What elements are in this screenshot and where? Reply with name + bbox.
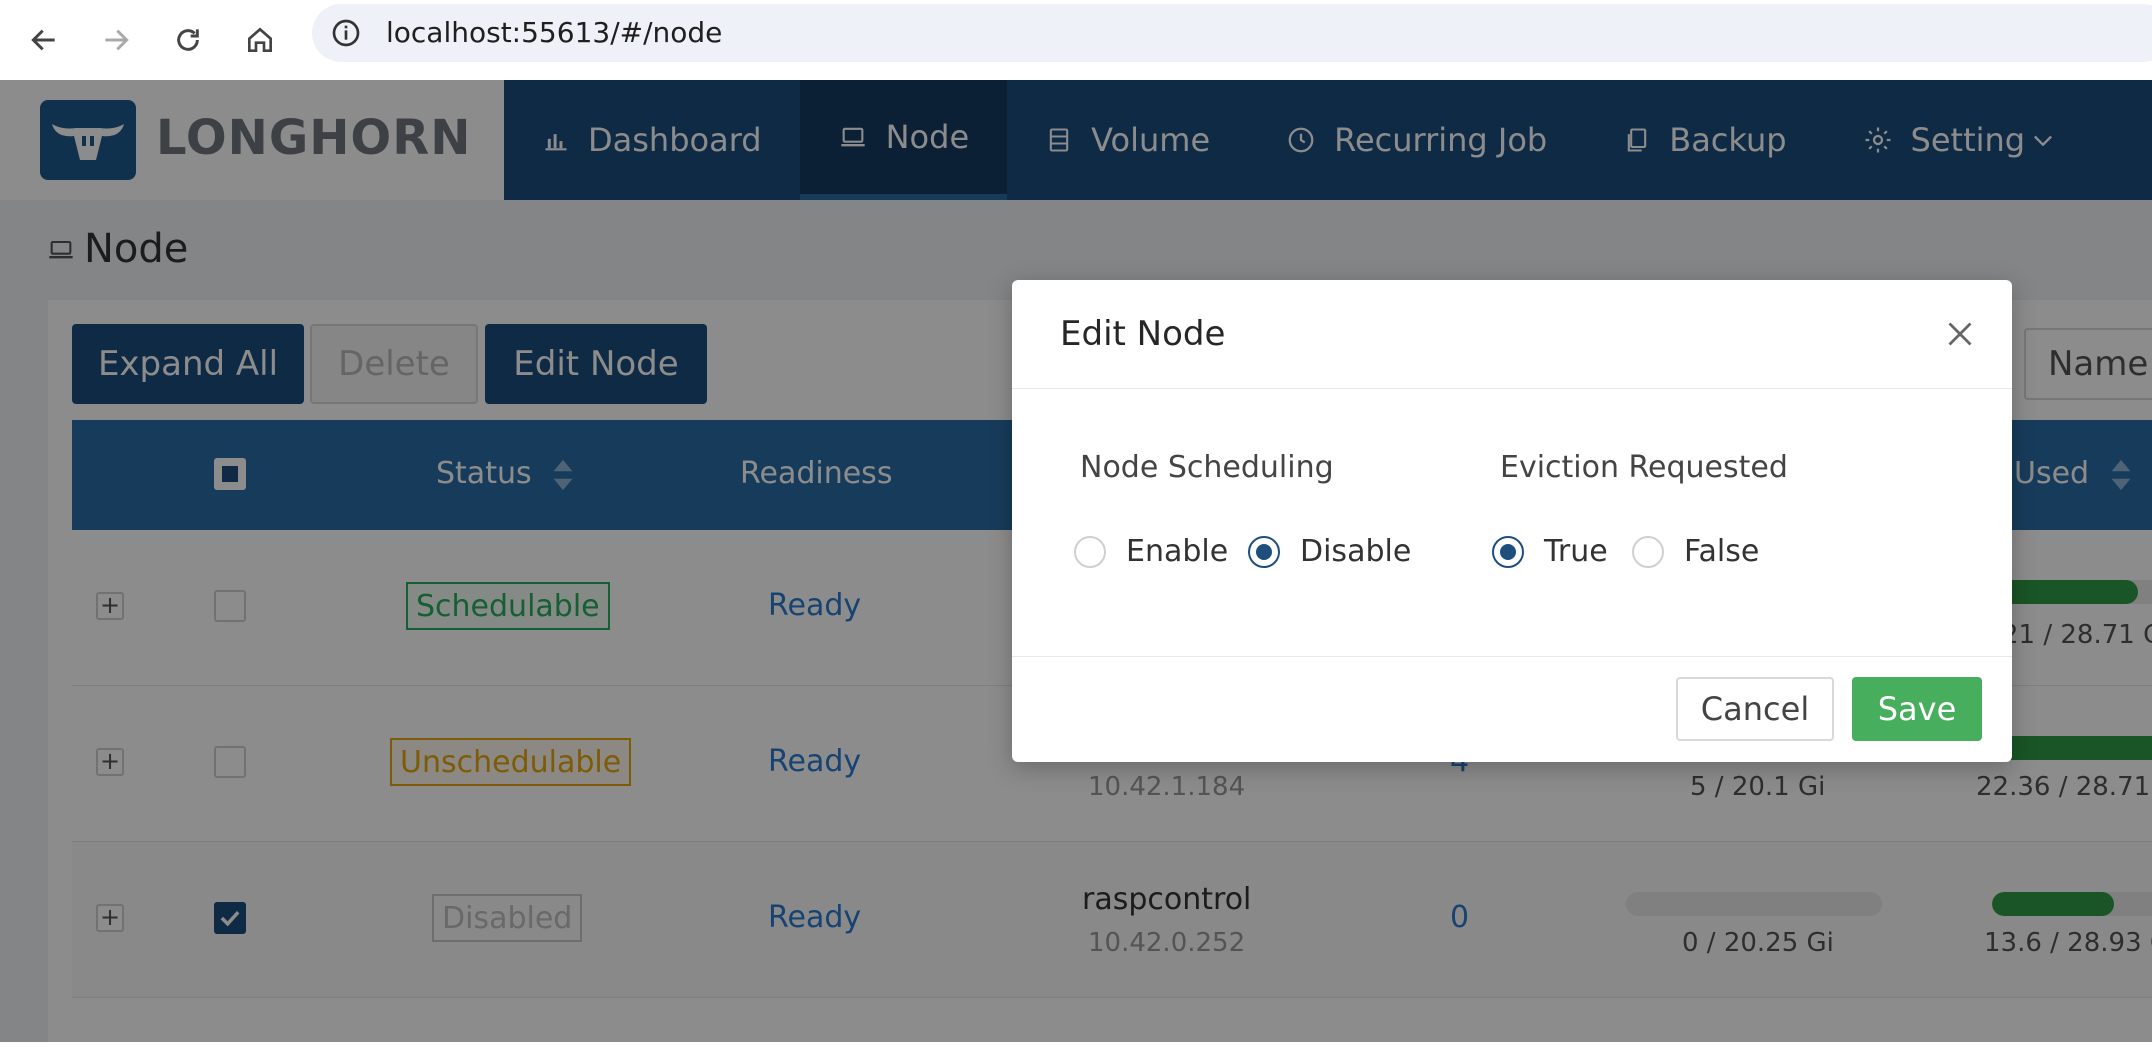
eviction-false-option[interactable]: False <box>1632 534 1759 569</box>
eviction-true-option[interactable]: True <box>1492 534 1608 569</box>
modal-footer: Cancel Save <box>1012 656 2012 763</box>
eviction-false-label: False <box>1684 534 1760 569</box>
back-button[interactable] <box>16 12 72 68</box>
node-scheduling-enable-radio[interactable] <box>1074 535 1106 568</box>
edit-node-modal: Edit Node Node Scheduling Enable Disable… <box>1012 280 2012 762</box>
modal-header: Edit Node <box>1012 280 2012 389</box>
node-scheduling-disable-option[interactable]: Disable <box>1248 534 1411 569</box>
home-icon <box>248 27 272 52</box>
eviction-true-label: True <box>1544 534 1608 569</box>
site-info-icon[interactable] <box>330 17 362 49</box>
node-scheduling-disable-label: Disable <box>1300 534 1412 569</box>
reload-button[interactable] <box>160 12 216 68</box>
home-button[interactable] <box>232 12 288 68</box>
eviction-true-radio[interactable] <box>1492 535 1524 568</box>
close-icon <box>1948 322 1972 346</box>
reload-icon <box>177 29 199 51</box>
browser-toolbar: localhost:55613/#/node <box>0 0 2152 81</box>
node-scheduling-enable-option[interactable]: Enable <box>1074 534 1228 569</box>
cancel-button[interactable]: Cancel <box>1676 677 1834 741</box>
forward-arrow-icon <box>105 29 129 51</box>
save-button[interactable]: Save <box>1852 677 1982 741</box>
back-arrow-icon <box>31 29 55 51</box>
modal-title: Edit Node <box>1060 314 1226 354</box>
forward-button[interactable] <box>88 12 144 68</box>
address-bar[interactable]: localhost:55613/#/node <box>312 4 2152 62</box>
eviction-requested-label: Eviction Requested <box>1500 450 1788 485</box>
node-scheduling-disable-radio[interactable] <box>1248 535 1280 568</box>
eviction-false-radio[interactable] <box>1632 535 1664 568</box>
close-button[interactable] <box>1942 316 1978 352</box>
node-scheduling-label: Node Scheduling <box>1080 450 1334 485</box>
node-scheduling-enable-label: Enable <box>1126 534 1229 569</box>
url-text[interactable]: localhost:55613/#/node <box>386 16 722 49</box>
